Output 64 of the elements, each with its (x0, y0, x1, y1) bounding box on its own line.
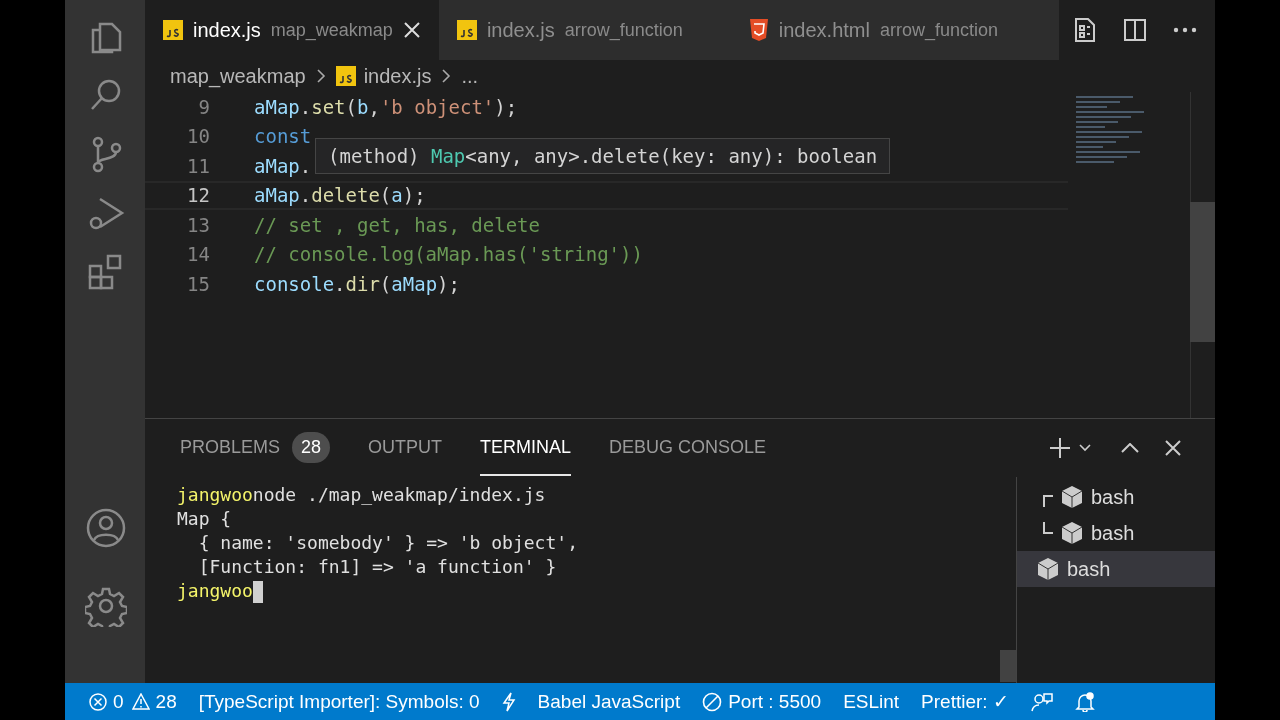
chevron-icon (441, 68, 452, 84)
status-item[interactable]: [TypeScript Importer]: Symbols: 0 (198, 690, 480, 713)
javascript-file-icon (163, 20, 183, 40)
error-icon (89, 692, 107, 711)
terminal-icon (1037, 557, 1059, 581)
terminal-line: Map { (177, 507, 233, 531)
panel-tab[interactable]: TERMINAL (480, 420, 572, 476)
breadcrumb-file[interactable]: index.js (363, 64, 432, 88)
more-icon[interactable] (1173, 27, 1197, 33)
editor-tab[interactable]: index.js map_weakmap (145, 0, 439, 60)
panel-tab[interactable]: OUTPUT (368, 420, 443, 476)
breadcrumb-folder[interactable]: map_weakmap (170, 64, 306, 88)
javascript-file-icon (456, 20, 477, 40)
code-line: // console.log(aMap.has('string')) (254, 243, 643, 266)
terminal-line: jangwoonode ./map_weakmap/index.js (177, 483, 547, 507)
split-editor-icon[interactable] (1123, 18, 1147, 42)
terminal-item[interactable]: bash (1017, 515, 1215, 551)
lightning-icon[interactable] (501, 691, 516, 712)
status-item[interactable]: ESLint (843, 690, 900, 713)
notification-bell-icon[interactable] (1074, 691, 1095, 712)
chevron-icon (315, 68, 326, 84)
close-icon[interactable] (402, 21, 421, 39)
settings-icon[interactable] (85, 585, 127, 627)
line-number: 9 (197, 95, 210, 118)
terminal-item[interactable]: bash (1017, 551, 1215, 587)
line-number: 14 (186, 243, 210, 266)
line-number: 11 (186, 154, 210, 177)
code-line: const (254, 125, 312, 148)
scrollbar-thumb[interactable] (1190, 202, 1215, 342)
panel-tab[interactable]: PROBLEMS 28 (180, 420, 331, 476)
live-server-status[interactable]: Port : 5500 (702, 690, 822, 713)
dropdown-icon[interactable] (1079, 444, 1091, 452)
preview-icon[interactable] (1073, 17, 1097, 43)
code-line: // set , get, has, delete (254, 213, 540, 236)
terminal-icon (1061, 485, 1083, 509)
feedback-icon[interactable] (1030, 691, 1053, 712)
status-item[interactable]: Prettier: ✓ (921, 690, 1009, 713)
hover-tooltip: (method) Map<any, any>.delete(key: any): boolean (315, 138, 891, 174)
line-number: 15 (186, 272, 210, 295)
line-number: 10 (186, 125, 210, 148)
code-line: aMap.set(b,'b object'); (254, 95, 518, 118)
scrollbar-thumb[interactable] (1000, 650, 1016, 682)
new-terminal-icon[interactable] (1049, 437, 1071, 459)
code-line: aMap. (254, 154, 312, 177)
maximize-panel-icon[interactable] (1121, 443, 1139, 453)
panel-tab[interactable]: DEBUG CONSOLE (609, 420, 767, 476)
breadcrumb-more[interactable]: ... (461, 64, 479, 88)
line-number: 12 (186, 184, 210, 207)
code-line: console.dir(aMap); (254, 272, 460, 295)
terminal-line: jangwoo (177, 579, 1016, 603)
code-line: aMap.delete(a); (254, 184, 426, 207)
account-icon[interactable] (85, 507, 127, 549)
warning-icon (131, 693, 150, 710)
html-file-icon (748, 19, 769, 41)
prohibited-icon (702, 691, 723, 712)
close-icon[interactable] (1165, 440, 1181, 456)
terminal-line: [Function: fn1] => 'a function' } (197, 555, 558, 579)
problems-status[interactable]: 0 28 (89, 690, 177, 713)
terminal-item[interactable]: bash (1017, 479, 1215, 515)
javascript-file-icon (335, 66, 356, 86)
line-number: 13 (186, 213, 210, 236)
terminal-icon (1061, 521, 1083, 545)
status-item[interactable]: Babel JavaScript (537, 690, 681, 713)
terminal-line: { name: 'somebody' } => 'b object', (197, 531, 579, 555)
